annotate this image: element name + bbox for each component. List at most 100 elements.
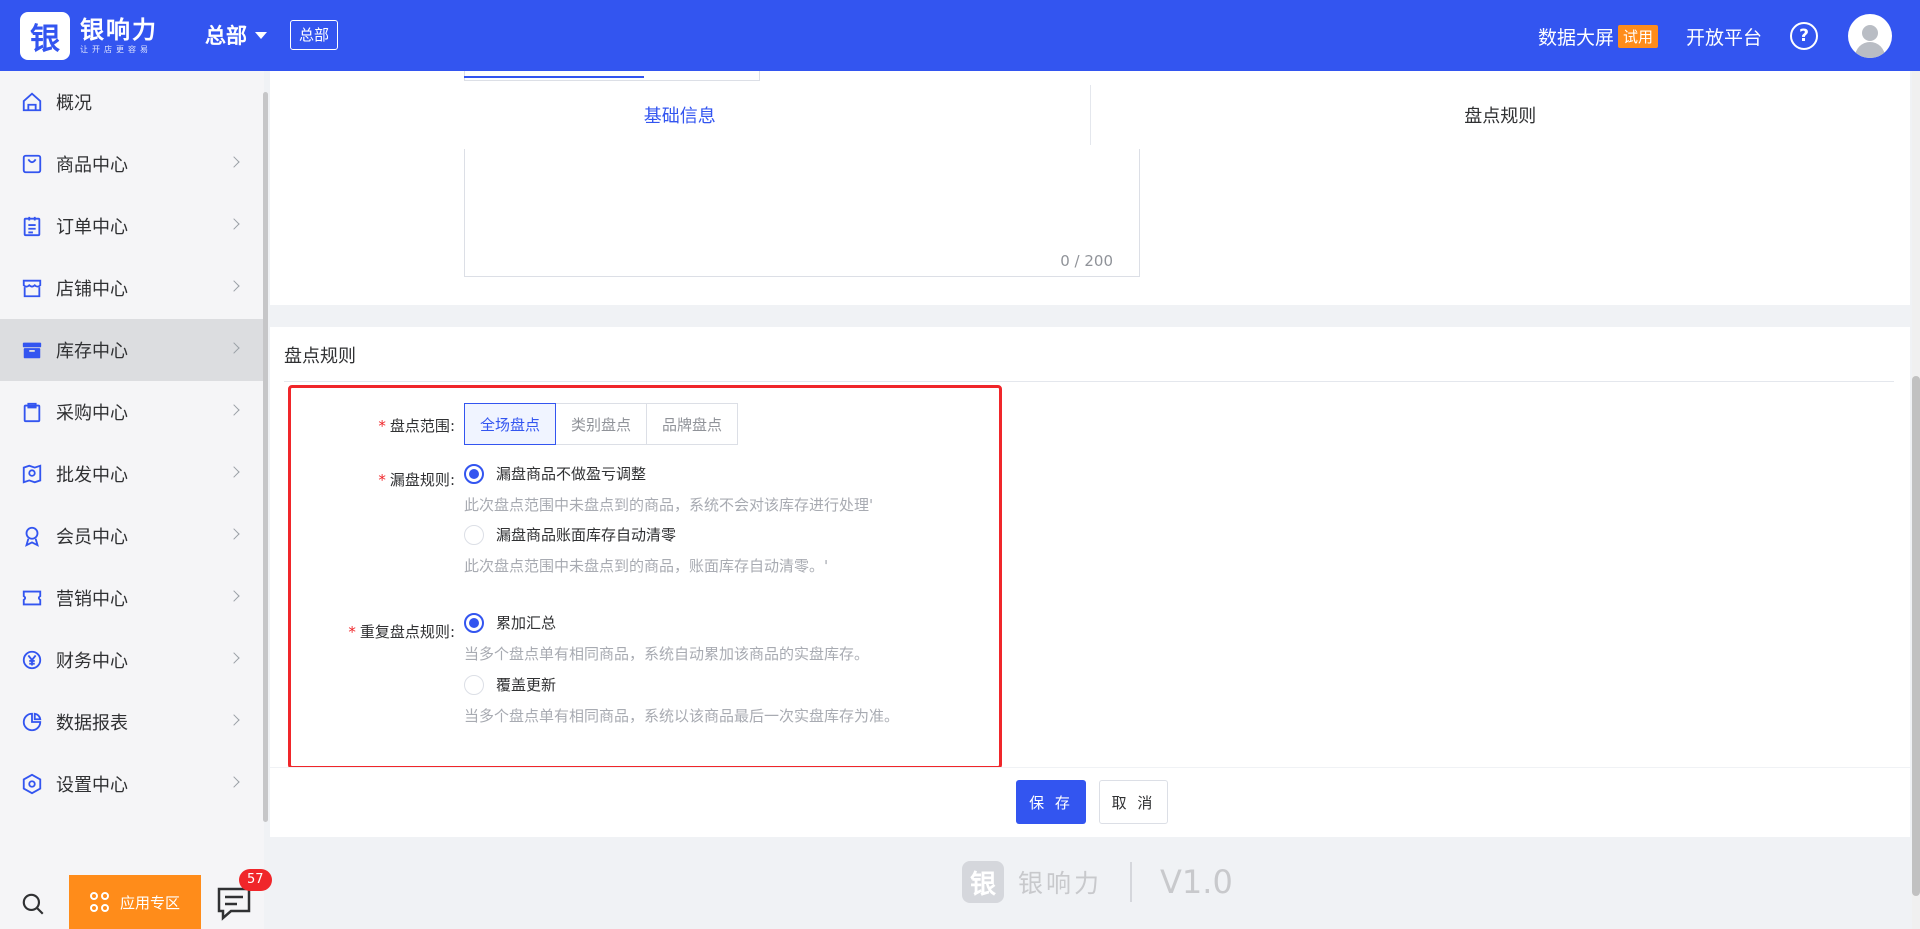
repeat-rule-radio-2[interactable]: 覆盖更新 (464, 674, 556, 695)
app-logo[interactable]: 银 银响力 让开店更容易 (20, 12, 158, 60)
pie-icon (20, 710, 44, 734)
tab-stocktake-rules[interactable]: 盘点规则 (1091, 89, 1911, 141)
chevron-right-icon (228, 156, 240, 168)
header-actions: 数据大屏 试用 开放平台 ? (1538, 14, 1892, 58)
data-screen-link[interactable]: 数据大屏 试用 (1538, 23, 1658, 50)
form-footer: 保 存 取 消 (270, 767, 1910, 837)
top-header: 银 银响力 让开店更容易 总部 总部 数据大屏 试用 开放平台 ? (0, 0, 1920, 71)
version-label: V1.0 (1160, 863, 1233, 901)
rules-card: 盘点规则 * 盘点范围: 全场盘点 类别盘点 品牌盘点 * 漏盘规则: 漏盘商品不做… (270, 327, 1910, 837)
cancel-button[interactable]: 取 消 (1099, 780, 1168, 824)
radio-unchecked-icon (464, 524, 484, 545)
help-icon[interactable]: ? (1790, 22, 1818, 50)
radio-checked-icon (464, 612, 484, 633)
org-name: 总部 (205, 24, 247, 48)
hexagon-icon (20, 772, 44, 796)
sidebar-item-label: 采购中心 (56, 403, 128, 424)
sidebar-item-label: 会员中心 (56, 527, 128, 548)
logo-subtitle: 让开店更容易 (80, 45, 152, 54)
missing-rule-radio-2[interactable]: 漏盘商品账面库存自动清零 (464, 524, 676, 545)
radio-checked-icon (464, 463, 484, 484)
chevron-right-icon (228, 776, 240, 788)
sidebar-item-label: 概况 (56, 93, 92, 114)
message-count-badge: 57 (239, 869, 272, 891)
repeat-rule-label: * 重复盘点规则: (348, 623, 455, 641)
apps-icon (89, 892, 110, 912)
sidebar-bottom-bar: 应用专区 57 (0, 869, 288, 929)
save-button[interactable]: 保 存 (1016, 780, 1086, 824)
repeat-rule-hint-1: 当多个盘点单有相同商品，系统自动累加该商品的实盘库存。 (464, 645, 870, 663)
sidebar: 概况 商品中心 订单中心 店铺中心 库存中心 采购中心 批发中心 会员中心 营销… (0, 71, 264, 929)
sidebar-item-label: 订单中心 (56, 217, 128, 238)
sidebar-item-label: 数据报表 (56, 713, 128, 734)
radio-unchecked-icon (464, 674, 484, 695)
sidebar-item-label: 设置中心 (56, 775, 128, 796)
map-icon (20, 462, 44, 486)
sidebar-item-wholesale[interactable]: 批发中心 (0, 443, 264, 505)
purchase-icon (20, 400, 44, 424)
repeat-rule-radio-1[interactable]: 累加汇总 (464, 612, 556, 633)
sidebar-item-inventory[interactable]: 库存中心 (0, 319, 264, 381)
open-platform-link[interactable]: 开放平台 (1686, 23, 1762, 50)
store-icon (20, 276, 44, 300)
sidebar-item-settings[interactable]: 设置中心 (0, 753, 264, 815)
caret-down-icon (255, 31, 267, 39)
chevron-right-icon (228, 404, 240, 416)
missing-rule-hint-2: 此次盘点范围中未盘点到的商品，账面库存自动清零。' (464, 557, 829, 575)
sidebar-item-label: 商品中心 (56, 155, 128, 176)
ticket-icon (20, 586, 44, 610)
avatar[interactable] (1848, 14, 1892, 58)
chevron-right-icon (228, 342, 240, 354)
sidebar-scrollbar[interactable] (263, 92, 268, 822)
logo-title: 银响力 (80, 16, 158, 44)
bag-icon (20, 152, 44, 176)
repeat-rule-hint-2: 当多个盘点单有相同商品，系统以该商品最后一次实盘库存为准。 (464, 707, 900, 725)
sidebar-item-orders[interactable]: 订单中心 (0, 195, 264, 257)
char-counter: 0 / 200 (1060, 252, 1113, 270)
scope-segmented: 全场盘点 类别盘点 品牌盘点 (464, 403, 739, 445)
anchor-tabs: 基础信息 盘点规则 (270, 85, 1911, 145)
footer-brand-name: 银响力 (1018, 869, 1103, 898)
missing-rule-radio-1[interactable]: 漏盘商品不做盈亏调整 (464, 463, 646, 484)
sidebar-item-label: 营销中心 (56, 589, 128, 610)
sidebar-item-finance[interactable]: 财务中心 (0, 629, 264, 691)
chevron-right-icon (228, 528, 240, 540)
trial-badge: 试用 (1617, 24, 1658, 48)
chevron-right-icon (228, 280, 240, 292)
sidebar-item-label: 店铺中心 (56, 279, 128, 300)
scope-option-category[interactable]: 类别盘点 (555, 403, 648, 445)
app-zone-label: 应用专区 (119, 893, 180, 912)
scope-option-all[interactable]: 全场盘点 (464, 403, 557, 445)
footer-brand: 银 银响力 V1.0 (962, 861, 1233, 903)
sidebar-item-members[interactable]: 会员中心 (0, 505, 264, 567)
sidebar-item-label: 库存中心 (56, 341, 128, 362)
main-content: 基础信息 盘点规则 0 / 200 盘点规则 * 盘点范围: 全场盘点 类别盘点 … (270, 71, 1910, 929)
sidebar-item-label: 批发中心 (56, 465, 128, 486)
org-switcher[interactable]: 总部 (205, 20, 267, 50)
chevron-right-icon (228, 466, 240, 478)
logo-mark: 银 (20, 12, 70, 60)
search-icon[interactable] (20, 891, 46, 917)
remark-textarea[interactable]: 0 / 200 (464, 149, 1140, 277)
scope-option-brand[interactable]: 品牌盘点 (646, 403, 739, 445)
missing-rule-hint-1: 此次盘点范围中未盘点到的商品，系统不会对该库存进行处理' (464, 496, 874, 514)
sidebar-item-reports[interactable]: 数据报表 (0, 691, 264, 753)
footer-logo-icon: 银 (962, 861, 1004, 903)
home-icon (20, 90, 44, 114)
sidebar-item-overview[interactable]: 概况 (0, 71, 264, 133)
sidebar-item-stores[interactable]: 店铺中心 (0, 257, 264, 319)
sidebar-item-marketing[interactable]: 营销中心 (0, 567, 264, 629)
box-icon (20, 338, 44, 362)
section-title: 盘点规则 (284, 346, 356, 367)
chevron-right-icon (228, 590, 240, 602)
sidebar-item-label: 财务中心 (56, 651, 128, 672)
sidebar-item-purchase[interactable]: 采购中心 (0, 381, 264, 443)
main-scrollbar-thumb[interactable] (1912, 376, 1920, 896)
tab-basic-info[interactable]: 基础信息 (270, 89, 1090, 141)
chevron-right-icon (228, 714, 240, 726)
clipboard-icon (20, 214, 44, 238)
sidebar-item-goods[interactable]: 商品中心 (0, 133, 264, 195)
chevron-right-icon (228, 652, 240, 664)
app-zone-button[interactable]: 应用专区 (69, 875, 201, 929)
org-tag: 总部 (290, 20, 339, 50)
